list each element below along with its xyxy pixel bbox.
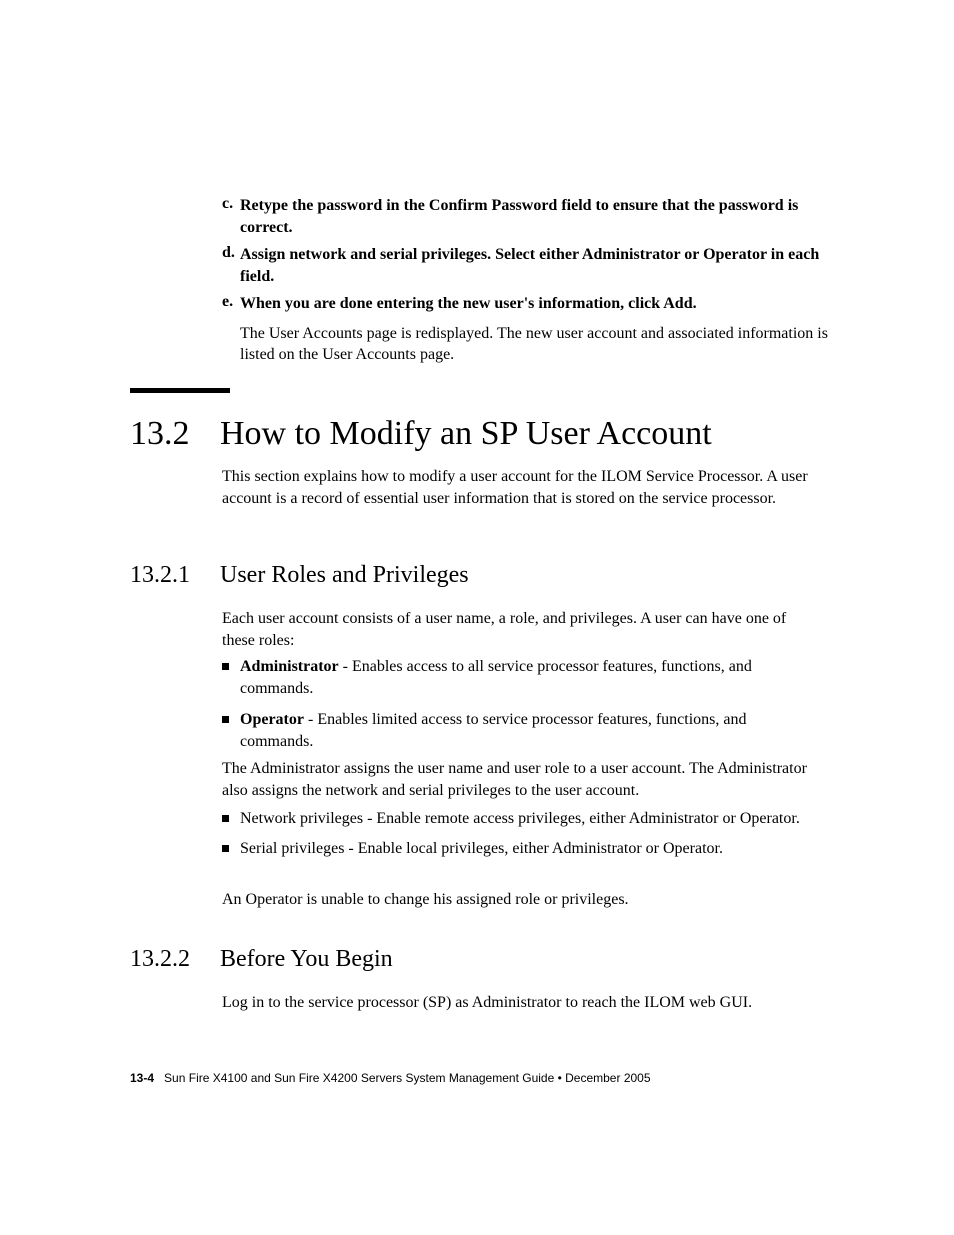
bullet-icon bbox=[222, 663, 229, 670]
role-admin: Administrator - Enables access to all se… bbox=[222, 656, 822, 701]
para-13-2-intro: This section explains how to modify a us… bbox=[222, 466, 822, 511]
step-e-desc: The User Accounts page is redisplayed. T… bbox=[240, 323, 840, 366]
heading-13-2-title: How to Modify an SP User Account bbox=[220, 415, 712, 453]
roles-list: Administrator - Enables access to all se… bbox=[222, 656, 822, 762]
priv-network: Network privileges - Enable remote acces… bbox=[222, 808, 822, 830]
heading-13-2-2: 13.2.2 Before You Begin bbox=[130, 946, 830, 973]
para-13-2-1-b: The Administrator assigns the user name … bbox=[222, 758, 822, 803]
privs-list: Network privileges - Enable remote acces… bbox=[222, 808, 822, 869]
footer-text: Sun Fire X4100 and Sun Fire X4200 Server… bbox=[164, 1071, 650, 1085]
bullet-icon bbox=[222, 815, 229, 822]
heading-13-2-1: 13.2.1 User Roles and Privileges bbox=[130, 562, 830, 589]
heading-13-2-2-num: 13.2.2 bbox=[130, 946, 216, 973]
step-e-text: When you are done entering the new user'… bbox=[240, 293, 840, 315]
step-d-text: Assign network and serial privileges. Se… bbox=[240, 244, 840, 287]
heading-13-2-num: 13.2 bbox=[130, 415, 216, 453]
priv-serial: Serial privileges - Enable local privile… bbox=[222, 838, 822, 860]
step-e: e. When you are done entering the new us… bbox=[130, 293, 830, 380]
role-admin-bold: Administrator bbox=[240, 658, 339, 675]
document-page: c. Retype the password in the Confirm Pa… bbox=[0, 0, 954, 1235]
heading-13-2-1-title: User Roles and Privileges bbox=[220, 562, 469, 589]
role-operator: Operator - Enables limited access to ser… bbox=[222, 709, 822, 754]
heading-13-2: 13.2 How to Modify an SP User Account bbox=[130, 415, 830, 453]
section-rule bbox=[130, 388, 230, 393]
page-footer: 13-4 Sun Fire X4100 and Sun Fire X4200 S… bbox=[130, 1071, 830, 1085]
bullet-icon bbox=[222, 845, 229, 852]
step-c-text: Retype the password in the Confirm Passw… bbox=[240, 195, 840, 238]
heading-13-2-2-title: Before You Begin bbox=[220, 946, 393, 973]
bullet-icon bbox=[222, 716, 229, 723]
priv-network-text: Network privileges - Enable remote acces… bbox=[240, 810, 800, 827]
heading-13-2-1-num: 13.2.1 bbox=[130, 562, 216, 589]
step-letter-d: d. bbox=[222, 244, 235, 262]
step-letter-c: c. bbox=[222, 195, 233, 213]
role-operator-bold: Operator bbox=[240, 711, 304, 728]
para-13-2-1-c: An Operator is unable to change his assi… bbox=[222, 889, 822, 911]
page-number: 13-4 bbox=[130, 1071, 154, 1085]
para-13-2-2: Log in to the service processor (SP) as … bbox=[222, 992, 822, 1014]
role-operator-rest: - Enables limited access to service proc… bbox=[240, 711, 747, 750]
priv-serial-text: Serial privileges - Enable local privile… bbox=[240, 840, 723, 857]
para-13-2-1-a: Each user account consists of a user nam… bbox=[222, 608, 822, 653]
step-letter-e: e. bbox=[222, 293, 233, 311]
